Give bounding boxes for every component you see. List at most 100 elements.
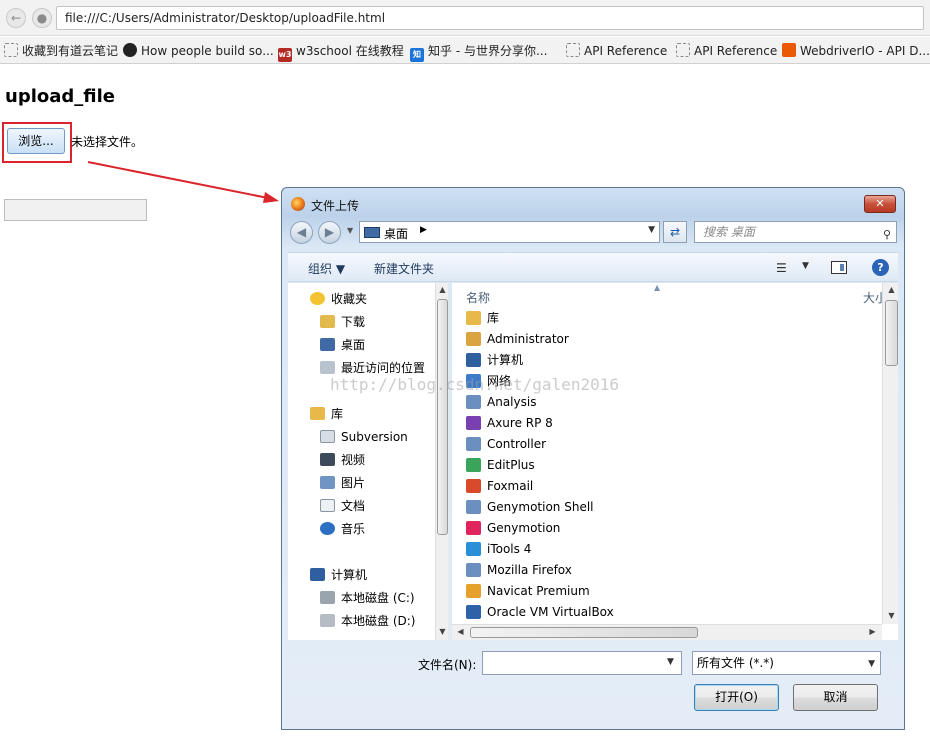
file-list-item[interactable]: EditPlus (466, 455, 535, 476)
virtualbox-icon (466, 605, 481, 619)
nav-item-videos[interactable]: 视频 (320, 450, 365, 470)
scroll-up-icon[interactable]: ▲ (436, 285, 448, 294)
back-arrow-icon[interactable]: ◀ (290, 221, 313, 244)
file-name: Navicat Premium (487, 584, 590, 598)
organize-menu[interactable]: 组织 ▼ (308, 260, 345, 277)
bookmark-api-reference-1[interactable]: API Reference (566, 42, 667, 60)
nav-scrollbar-thumb[interactable] (437, 299, 448, 535)
page-title: upload_file (5, 86, 115, 107)
file-list-item[interactable]: Axure RP 8 (466, 413, 553, 434)
nav-item-recent-places[interactable]: 最近访问的位置 (320, 358, 425, 378)
file-list-item[interactable]: Oracle VM VirtualBox (466, 602, 614, 623)
view-options-icon[interactable]: ☰ (776, 261, 787, 275)
file-list-item[interactable]: Mozilla Firefox (466, 560, 572, 581)
address-location[interactable]: 桌面 (384, 225, 408, 242)
file-name: Controller (487, 437, 547, 451)
bookmark-youdao[interactable]: 收藏到有道云笔记 (4, 42, 118, 60)
shortcut-app-icon (466, 437, 481, 451)
scroll-down-icon[interactable]: ▼ (436, 627, 448, 636)
page-icon (676, 43, 690, 57)
forward-arrow-icon[interactable]: ▶ (318, 221, 341, 244)
file-list-item[interactable]: Genymotion (466, 518, 560, 539)
computer-icon (310, 568, 325, 581)
axure-icon (466, 416, 481, 430)
file-list-item[interactable]: Administrator (466, 329, 569, 350)
command-bar: 组织 ▼ 新建文件夹 ☰ ▼ ? (288, 252, 898, 282)
bookmark-webdriverio[interactable]: WebdriverIO - API D... (782, 42, 930, 60)
back-arrow-icon[interactable]: ← (6, 8, 26, 28)
shortcut-app-icon (466, 500, 481, 514)
bookmark-zhihu[interactable]: 知知乎 - 与世界分享你... (410, 42, 547, 62)
pictures-icon (320, 476, 335, 489)
file-list-item[interactable]: 计算机 (466, 350, 523, 371)
firefox-icon (291, 197, 305, 211)
text-input[interactable] (4, 199, 147, 221)
nav-item-music[interactable]: 音乐 (320, 519, 365, 539)
file-list-vertical-thumb[interactable] (885, 300, 898, 366)
zhihu-icon: 知 (410, 48, 424, 62)
nav-scrollbar[interactable]: ▲ ▼ (435, 283, 448, 640)
desktop-folder-icon (364, 227, 380, 238)
nav-item-downloads[interactable]: 下载 (320, 312, 365, 332)
scroll-down-icon[interactable]: ▼ (883, 611, 898, 620)
desktop-icon (320, 338, 335, 351)
address-bar[interactable]: 桌面 ▶ ▼ (359, 221, 660, 243)
file-list-item[interactable]: Navicat Premium (466, 581, 590, 602)
chevron-right-icon[interactable]: ▶ (420, 225, 427, 235)
browser-toolbar: ← ● file:///C:/Users/Administrator/Deskt… (0, 0, 930, 36)
nav-item-favorites[interactable]: 收藏夹 (310, 289, 367, 309)
file-list-item[interactable]: 库 (466, 308, 499, 329)
nav-item-pictures[interactable]: 图片 (320, 473, 365, 493)
file-list-item[interactable]: iTools 4 (466, 539, 531, 560)
scroll-right-icon[interactable]: ▶ (866, 627, 879, 636)
open-button[interactable]: 打开(O) (694, 684, 779, 711)
nav-item-subversion[interactable]: Subversion (320, 427, 408, 447)
nav-item-computer[interactable]: 计算机 (310, 565, 367, 585)
nav-item-desktop[interactable]: 桌面 (320, 335, 365, 355)
videos-icon (320, 453, 335, 466)
filename-input[interactable] (482, 651, 682, 675)
file-upload-dialog: 文件上传 ✕ ◀ ▶ ▼ 桌面 ▶ ▼ ⇄ 搜索 桌面 ⚲ 组织 ▼ 新建文件夹… (281, 187, 905, 730)
file-list-item[interactable]: 网络 (466, 371, 511, 392)
file-name: Administrator (487, 332, 569, 346)
file-list-horizontal-thumb[interactable] (470, 627, 698, 638)
w3school-icon: w3 (278, 48, 292, 62)
bookmark-api-reference-2[interactable]: API Reference (676, 42, 777, 60)
file-list-item[interactable]: Genymotion Shell (466, 497, 594, 518)
nav-item-local-disk-d[interactable]: 本地磁盘 (D:) (320, 611, 415, 631)
file-list-vertical-scrollbar[interactable]: ▲ ▼ (882, 283, 898, 624)
new-folder-button[interactable]: 新建文件夹 (374, 260, 434, 277)
file-list-item[interactable]: Foxmail (466, 476, 533, 497)
cancel-button[interactable]: 取消 (793, 684, 878, 711)
bookmark-w3school[interactable]: w3 w3school 在线教程 (278, 42, 404, 62)
scroll-left-icon[interactable]: ◀ (454, 627, 467, 636)
url-bar[interactable]: file:///C:/Users/Administrator/Desktop/u… (56, 6, 924, 30)
bookmark-github[interactable]: How people build so... (123, 42, 274, 60)
file-type-select[interactable]: 所有文件 (*.*) ▼ (692, 651, 881, 675)
file-list-horizontal-scrollbar[interactable]: ◀ ▶ (452, 624, 882, 640)
file-list-item[interactable]: Analysis (466, 392, 536, 413)
computer-icon (466, 353, 481, 367)
nav-item-libraries[interactable]: 库 (310, 404, 343, 424)
preview-pane-icon[interactable] (831, 261, 847, 274)
search-input[interactable]: 搜索 桌面 ⚲ (694, 221, 897, 243)
file-list-item[interactable]: Controller (466, 434, 546, 455)
file-name: 网络 (487, 374, 512, 388)
dialog-close-button[interactable]: ✕ (864, 195, 896, 213)
downloads-folder-icon (320, 315, 335, 328)
chevron-down-icon[interactable]: ▼ (802, 261, 809, 271)
nav-item-documents[interactable]: 文档 (320, 496, 365, 516)
chevron-down-icon[interactable]: ▼ (868, 653, 875, 675)
chevron-down-icon[interactable]: ▼ (667, 657, 674, 667)
history-dropdown-icon[interactable]: ▼ (347, 226, 353, 235)
dialog-titlebar[interactable]: 文件上传 ✕ (282, 188, 904, 218)
chevron-down-icon[interactable]: ▼ (648, 225, 655, 235)
help-icon[interactable]: ? (872, 259, 889, 276)
search-icon[interactable]: ⚲ (883, 225, 891, 245)
globe-icon: ● (32, 8, 52, 28)
column-header-name[interactable]: 名称 (466, 289, 490, 306)
nav-item-local-disk-c[interactable]: 本地磁盘 (C:) (320, 588, 415, 608)
shortcut-app-icon (466, 395, 481, 409)
scroll-up-icon[interactable]: ▲ (883, 285, 898, 294)
refresh-button[interactable]: ⇄ (663, 221, 687, 243)
